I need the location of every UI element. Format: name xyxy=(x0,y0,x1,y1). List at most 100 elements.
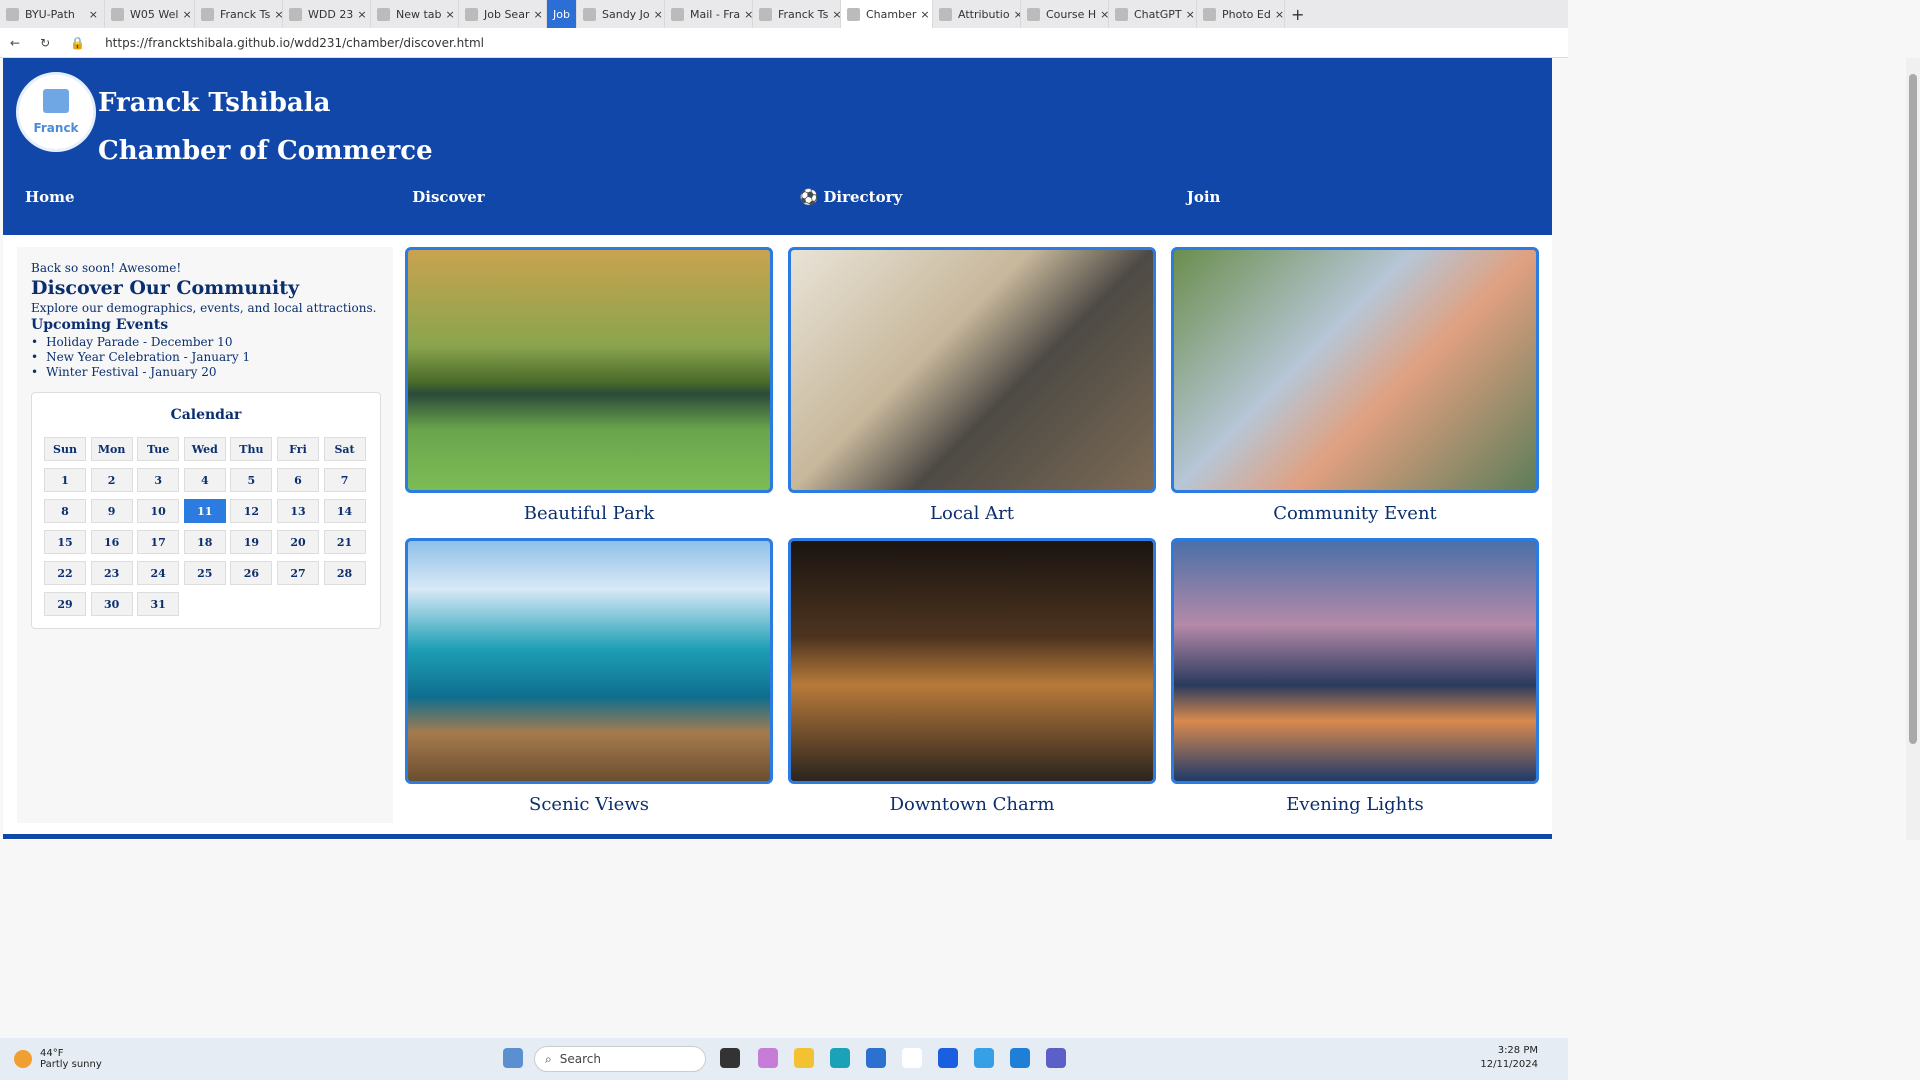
calendar-date[interactable]: 19 xyxy=(230,530,273,554)
calendar-date[interactable]: 21 xyxy=(323,530,366,554)
calendar-date[interactable]: 26 xyxy=(230,561,273,585)
close-tab-icon[interactable]: × xyxy=(1010,8,1020,21)
calendar-date[interactable]: 12 xyxy=(230,499,273,523)
close-tab-icon[interactable]: × xyxy=(85,8,98,21)
browser-tab[interactable]: Attributio× xyxy=(933,0,1021,28)
calendar-date[interactable]: 30 xyxy=(90,592,133,616)
calendar-date[interactable]: 6 xyxy=(276,468,319,492)
close-tab-icon[interactable]: × xyxy=(270,8,282,21)
calendar-date[interactable]: 3 xyxy=(137,468,180,492)
calendar-date[interactable]: 15 xyxy=(44,530,86,554)
calendar-date[interactable]: 16 xyxy=(90,530,133,554)
refresh-icon[interactable]: ↻ xyxy=(40,36,50,50)
calendar-date[interactable]: 9 xyxy=(90,499,133,523)
calendar-date[interactable]: 23 xyxy=(90,561,133,585)
close-tab-icon[interactable]: × xyxy=(828,8,840,21)
calendar-date[interactable]: 5 xyxy=(230,468,273,492)
back-icon[interactable]: ← xyxy=(10,36,20,50)
browser-tab-active[interactable]: Chamber × xyxy=(841,0,933,28)
task-view-icon[interactable] xyxy=(720,1048,740,1068)
calendar-date[interactable]: 4 xyxy=(183,468,226,492)
calendar-date[interactable]: 7 xyxy=(323,468,366,492)
browser-tab[interactable]: Mail - Fra × xyxy=(665,0,753,28)
browser-tab-group-label[interactable]: Job xyxy=(547,0,577,28)
calendar-day-header: Tue xyxy=(137,437,180,461)
calendar-date[interactable]: 10 xyxy=(137,499,180,523)
vertical-scrollbar[interactable] xyxy=(1906,58,1920,840)
nav-discover[interactable]: Discover xyxy=(390,188,777,206)
url-field[interactable]: https://francktshibala.github.io/wdd231/… xyxy=(105,36,484,50)
store-icon[interactable] xyxy=(866,1048,886,1068)
gallery-card: Scenic Views xyxy=(405,538,773,825)
close-tab-icon[interactable]: × xyxy=(442,8,455,21)
calendar-date[interactable]: 29 xyxy=(44,592,86,616)
calendar-date[interactable]: 20 xyxy=(276,530,319,554)
close-tab-icon[interactable]: × xyxy=(1096,8,1108,21)
calendar-date[interactable]: 22 xyxy=(44,561,86,585)
sidebar: Back so soon! Awesome! Discover Our Comm… xyxy=(17,247,393,823)
community-photo[interactable] xyxy=(1171,247,1539,493)
nav-directory[interactable]: ⚽ Directory xyxy=(778,188,1165,206)
calendar-date[interactable]: 25 xyxy=(183,561,226,585)
vscode-icon[interactable] xyxy=(1010,1048,1030,1068)
calendar-title: Calendar xyxy=(170,407,242,423)
taskbar-search[interactable]: ⌕ Search xyxy=(534,1046,706,1072)
copilot-icon[interactable] xyxy=(758,1048,778,1068)
close-tab-icon[interactable]: × xyxy=(650,8,663,21)
edge-icon[interactable] xyxy=(830,1048,850,1068)
close-tab-icon[interactable]: × xyxy=(1182,8,1195,21)
calendar-date[interactable]: 14 xyxy=(323,499,366,523)
amazon-icon[interactable] xyxy=(902,1048,922,1068)
tab-favicon-icon xyxy=(201,7,214,21)
close-tab-icon[interactable]: × xyxy=(178,8,191,21)
browser-tab[interactable]: Photo Ed × xyxy=(1197,0,1285,28)
calendar-date[interactable]: 18 xyxy=(183,530,226,554)
new-tab-icon[interactable]: + xyxy=(1285,0,1315,28)
calendar-date[interactable]: 31 xyxy=(137,592,180,616)
browser-tab[interactable]: ChatGPT × xyxy=(1109,0,1197,28)
park-photo[interactable] xyxy=(405,247,773,493)
nav-join[interactable]: Join xyxy=(1165,188,1552,206)
calendar-date[interactable]: 13 xyxy=(276,499,319,523)
app-icon[interactable] xyxy=(974,1048,994,1068)
scrollbar-thumb[interactable] xyxy=(1909,74,1917,744)
browser-tab[interactable]: Sandy Jo × xyxy=(577,0,665,28)
close-tab-icon[interactable]: × xyxy=(529,8,542,21)
logo[interactable]: Franck xyxy=(16,72,96,152)
weather-widget[interactable]: 44°F Partly sunny xyxy=(14,1048,102,1070)
file-explorer-icon[interactable] xyxy=(794,1048,814,1068)
teams-icon[interactable] xyxy=(1046,1048,1066,1068)
calendar-date[interactable]: 27 xyxy=(276,561,319,585)
start-icon[interactable] xyxy=(503,1048,523,1068)
close-tab-icon[interactable]: × xyxy=(1271,8,1284,21)
calendar-date[interactable]: 24 xyxy=(137,561,180,585)
system-clock[interactable]: 3:28 PM 12/11/2024 xyxy=(1480,1044,1538,1072)
close-tab-icon[interactable]: × xyxy=(916,8,929,21)
browser-tab[interactable]: Job Sear × xyxy=(459,0,547,28)
art-photo[interactable] xyxy=(788,247,1156,493)
scenic-photo[interactable] xyxy=(405,538,773,784)
browser-tab[interactable]: W05 Wel × xyxy=(105,0,195,28)
page-viewport: Franck Franck Tshibala Chamber of Commer… xyxy=(3,58,1552,840)
calendar-date-today[interactable]: 11 xyxy=(183,499,226,523)
tab-favicon-icon xyxy=(583,7,596,21)
tab-favicon-icon xyxy=(1115,7,1128,21)
downtown-photo[interactable] xyxy=(788,538,1156,784)
calendar-date[interactable]: 1 xyxy=(44,468,86,492)
calendar-date[interactable]: 2 xyxy=(90,468,133,492)
calendar-date[interactable]: 17 xyxy=(137,530,180,554)
browser-tab[interactable]: WDD 23 × xyxy=(283,0,371,28)
events-heading: Upcoming Events xyxy=(31,317,169,333)
browser-tab[interactable]: BYU-Path × xyxy=(0,0,105,28)
calendar-date[interactable]: 8 xyxy=(44,499,86,523)
dropbox-icon[interactable] xyxy=(938,1048,958,1068)
calendar-date[interactable]: 28 xyxy=(323,561,366,585)
nav-home[interactable]: Home xyxy=(3,188,390,206)
close-tab-icon[interactable]: × xyxy=(740,8,752,21)
evening-photo[interactable] xyxy=(1171,538,1539,784)
browser-tab[interactable]: Franck Ts × xyxy=(753,0,841,28)
browser-tab[interactable]: Course H × xyxy=(1021,0,1109,28)
close-tab-icon[interactable]: × xyxy=(353,8,366,21)
browser-tab[interactable]: New tab × xyxy=(371,0,459,28)
browser-tab[interactable]: Franck Ts × xyxy=(195,0,283,28)
